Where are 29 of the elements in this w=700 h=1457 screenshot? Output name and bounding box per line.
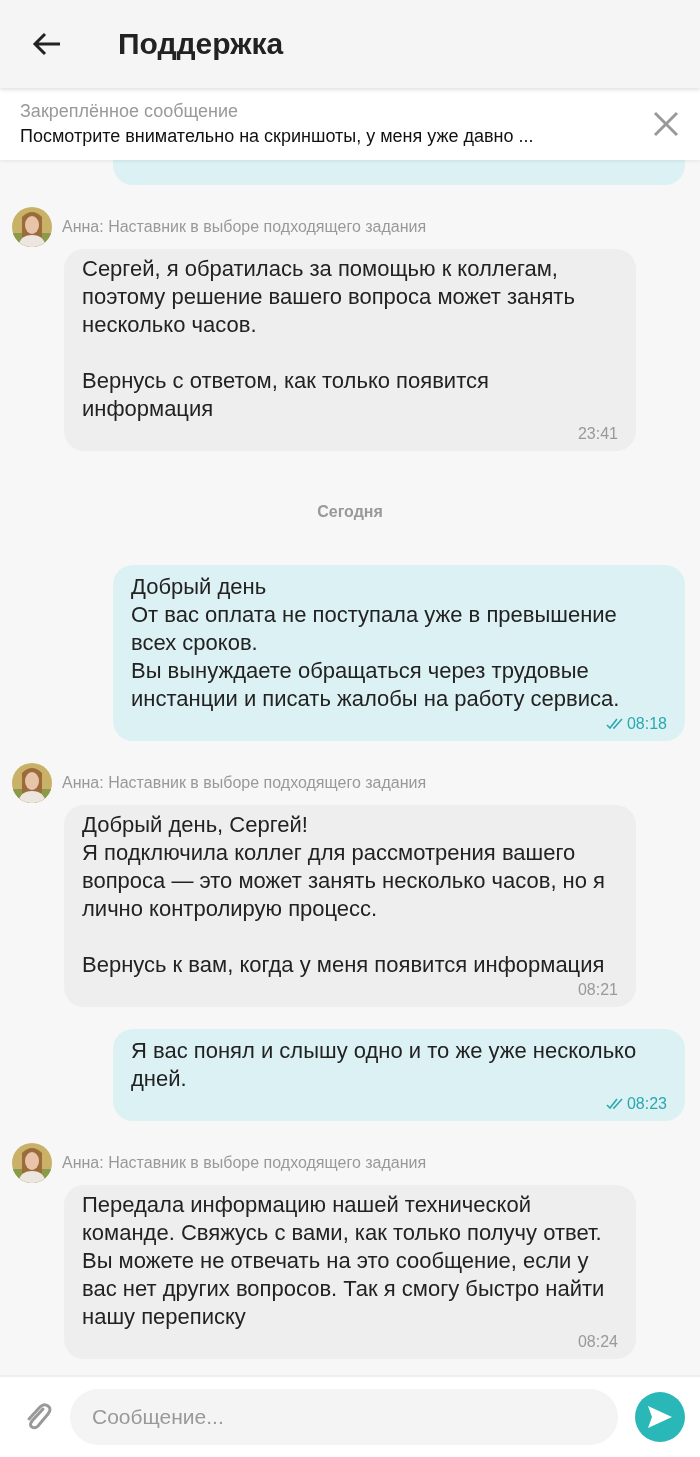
message-time: 08:18: [626, 715, 667, 733]
avatar-icon: [12, 763, 52, 803]
send-icon: [646, 1404, 674, 1430]
close-icon: [653, 111, 679, 137]
pinned-message-bar[interactable]: Закреплённое сообщение Посмотрите внимательно на скриншоты, у меня уже давно ...: [0, 88, 700, 160]
screen-title: Поддержка: [118, 27, 284, 61]
avatar-icon: [12, 1143, 52, 1183]
sender-name: Анна: Наставник в выборе подходящего задания: [62, 218, 427, 236]
message-text: Добрый день, Сергей! Я подключила коллег для рассмотрения вашего вопроса — это может занять несколько часов, но я лично контролирую процесс. Вернусь к вам, когда у меня появится информация: [82, 811, 607, 979]
back-arrow-icon: [32, 32, 62, 56]
message-time: 23:41: [577, 425, 618, 443]
close-button[interactable]: [651, 109, 681, 139]
message-input[interactable]: Сообщение...: [70, 1389, 618, 1445]
pinned-label: Закреплённое сообщение: [20, 101, 240, 122]
sender-name: Анна: Наставник в выборе подходящего задания: [62, 1154, 427, 1172]
message-text: Добрый день От вас оплата не поступала уже в превышение всех сроков. Вы вынуждаете обращаться через трудовые инстанции и писать жалобы на работу сервиса.: [131, 573, 621, 713]
double-check-icon: [605, 1098, 624, 1110]
message-text: Передала информацию нашей технической команде. Свяжусь с вами, как только получу ответ. Вы можете не отвечать на это сообщение, если у вас нет других вопросов. Так я смогу быстро найти нашу переписку: [82, 1191, 606, 1331]
send-button[interactable]: [635, 1392, 685, 1442]
message-text: Я вас понял и слышу одно и то же уже несколько дней.: [131, 1037, 638, 1093]
avatar-icon: [12, 207, 52, 247]
message-time: 08:23: [626, 1095, 667, 1113]
message-time: 08:21: [577, 981, 618, 999]
message-text: Сергей, я обратилась за помощью к коллегам, поэтому решение вашего вопроса может занять несколько часов. Вернусь с ответом, как только появится информация: [82, 255, 576, 423]
sender-name: Анна: Наставник в выборе подходящего задания: [62, 774, 427, 792]
date-separator: Сегодня: [317, 503, 383, 521]
message-time: 08:24: [577, 1333, 618, 1351]
pinned-text: Посмотрите внимательно на скриншоты, у меня уже давно ...: [20, 126, 535, 147]
double-check-icon: [605, 718, 624, 730]
